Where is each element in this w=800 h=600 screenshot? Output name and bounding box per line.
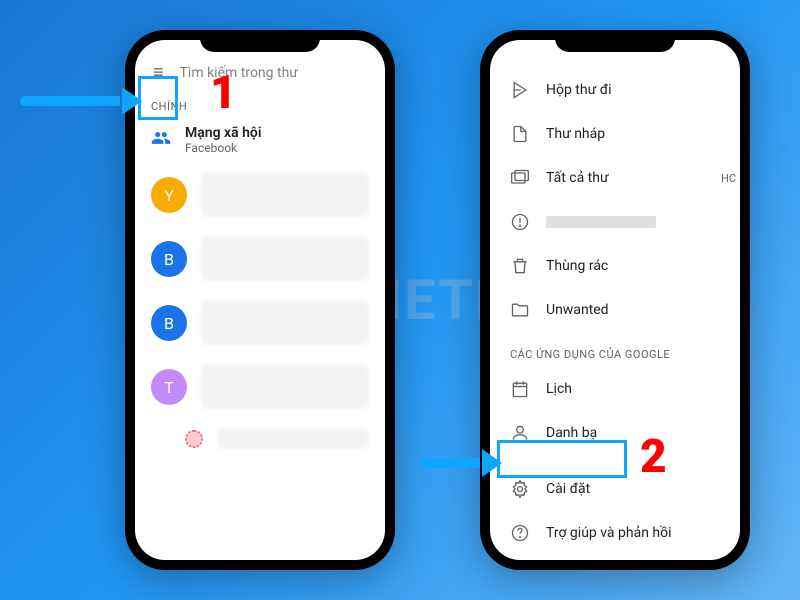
avatar: T — [151, 369, 187, 405]
avatar: Y — [151, 177, 187, 213]
menu-label: Danh bạ — [546, 425, 720, 441]
phone-left: ≡ Tìm kiếm trong thư CHÍNH Mạng xã hội F… — [125, 30, 395, 570]
menu-label: Hộp thư đi — [546, 82, 720, 98]
menu-label: Trợ giúp và phản hồi — [546, 525, 720, 541]
menu-label: Thùng rác — [546, 258, 720, 274]
list-item[interactable] — [135, 419, 385, 459]
avatar: B — [151, 305, 187, 341]
screen-inbox: ≡ Tìm kiếm trong thư CHÍNH Mạng xã hội F… — [135, 40, 385, 560]
draft-icon — [510, 124, 530, 144]
redacted-text — [546, 216, 656, 228]
menu-allmail[interactable]: Tất cả thư HC — [490, 156, 740, 200]
section-primary: CHÍNH — [135, 92, 385, 117]
hamburger-icon[interactable]: ≡ — [149, 62, 168, 84]
phone-notch — [200, 30, 320, 52]
menu-unwanted[interactable]: Unwanted — [490, 288, 740, 332]
badge-text: HC — [721, 172, 736, 185]
arrow-step-1 — [20, 96, 140, 106]
phone-right: Hộp thư đi Thư nháp Tất cả thư HC Thùng … — [480, 30, 750, 570]
menu-contacts[interactable]: Danh bạ — [490, 411, 740, 455]
email-preview-blur — [217, 429, 369, 449]
email-preview-blur — [201, 301, 369, 345]
trash-icon — [510, 256, 530, 276]
social-title: Mạng xã hội — [185, 125, 262, 141]
menu-drafts[interactable]: Thư nháp — [490, 112, 740, 156]
people-icon — [151, 128, 171, 153]
section-google-apps: CÁC ỨNG DỤNG CỦA GOOGLE — [490, 332, 740, 367]
allmail-icon — [510, 168, 530, 188]
menu-settings[interactable]: Cài đặt — [490, 467, 740, 511]
email-preview-blur — [201, 173, 369, 217]
search-input[interactable]: Tìm kiếm trong thư — [180, 65, 298, 81]
menu-spam[interactable] — [490, 200, 740, 244]
gear-icon — [510, 479, 530, 499]
screen-drawer: Hộp thư đi Thư nháp Tất cả thư HC Thùng … — [490, 40, 740, 560]
menu-label: Unwanted — [546, 302, 720, 318]
menu-outbox[interactable]: Hộp thư đi — [490, 68, 740, 112]
menu-label: Cài đặt — [546, 481, 720, 497]
list-item[interactable]: B — [135, 227, 385, 291]
send-icon — [510, 80, 530, 100]
menu-calendar[interactable]: Lịch — [490, 367, 740, 411]
menu-label: Lịch — [546, 381, 720, 397]
social-sub: Facebook — [185, 141, 262, 155]
menu-label: Thư nháp — [546, 126, 720, 142]
spam-icon — [510, 212, 530, 232]
menu-trash[interactable]: Thùng rác — [490, 244, 740, 288]
social-tab[interactable]: Mạng xã hội Facebook — [135, 117, 385, 163]
email-preview-blur — [201, 365, 369, 409]
menu-label: Tất cả thư — [546, 170, 720, 186]
email-preview-blur — [201, 237, 369, 281]
folder-icon — [510, 300, 530, 320]
searchbar: ≡ Tìm kiếm trong thư — [135, 50, 385, 92]
phone-notch — [555, 30, 675, 52]
drawer-menu: Hộp thư đi Thư nháp Tất cả thư HC Thùng … — [490, 40, 740, 555]
calendar-icon — [510, 379, 530, 399]
avatar: B — [151, 241, 187, 277]
pending-icon — [185, 430, 203, 448]
contacts-icon — [510, 423, 530, 443]
menu-help[interactable]: Trợ giúp và phản hồi — [490, 511, 740, 555]
list-item[interactable]: T — [135, 355, 385, 419]
list-item[interactable]: B — [135, 291, 385, 355]
list-item[interactable]: Y — [135, 163, 385, 227]
help-icon — [510, 523, 530, 543]
